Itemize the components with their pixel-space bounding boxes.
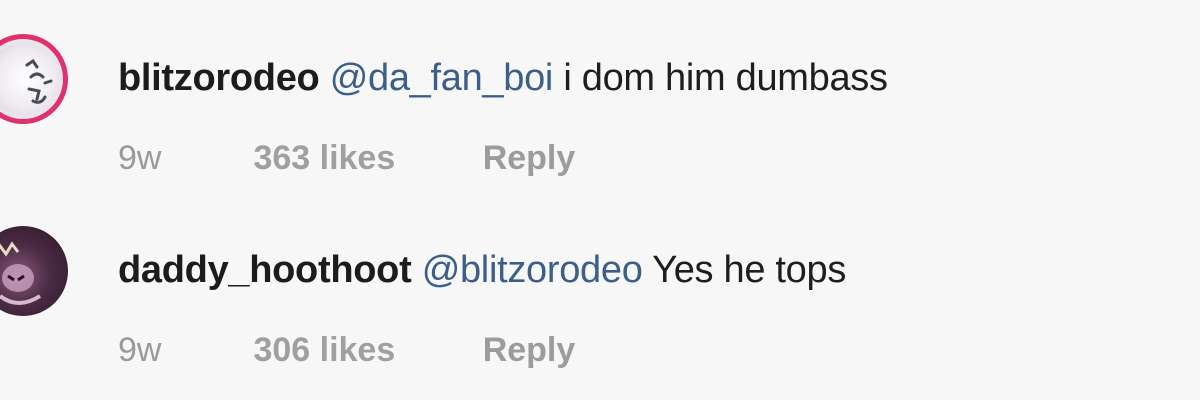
- comment-username[interactable]: blitzorodeo: [118, 57, 320, 99]
- comment-likes[interactable]: 363 likes: [253, 138, 395, 178]
- comment-body: blitzorodeo @da_fan_boi i dom him dumbas…: [118, 56, 888, 100]
- avatar[interactable]: [0, 34, 68, 124]
- comment-text: Yes he tops: [652, 249, 847, 291]
- comment-mention[interactable]: @blitzorodeo: [422, 249, 643, 291]
- comment-text: i dom him dumbass: [563, 57, 888, 99]
- comment-item: blitzorodeo @da_fan_boi i dom him dumbas…: [0, 0, 1200, 180]
- reply-button[interactable]: Reply: [483, 138, 576, 178]
- profile-avatar-icon: [0, 43, 59, 115]
- reply-button[interactable]: Reply: [483, 330, 576, 370]
- comment-item: daddy_hoothoot @blitzorodeo Yes he tops …: [0, 192, 1200, 372]
- comment-meta: 9w 363 likes Reply: [118, 138, 575, 178]
- comment-likes[interactable]: 306 likes: [253, 330, 395, 370]
- comment-meta: 9w 306 likes Reply: [118, 330, 575, 370]
- comment-timestamp: 9w: [118, 331, 162, 369]
- comment-body: daddy_hoothoot @blitzorodeo Yes he tops: [118, 248, 846, 292]
- profile-avatar-icon: [0, 241, 42, 305]
- comment-mention[interactable]: @da_fan_boi: [330, 57, 554, 99]
- avatar[interactable]: [0, 226, 68, 316]
- comment-timestamp: 9w: [118, 139, 162, 177]
- comment-username[interactable]: daddy_hoothoot: [118, 249, 412, 291]
